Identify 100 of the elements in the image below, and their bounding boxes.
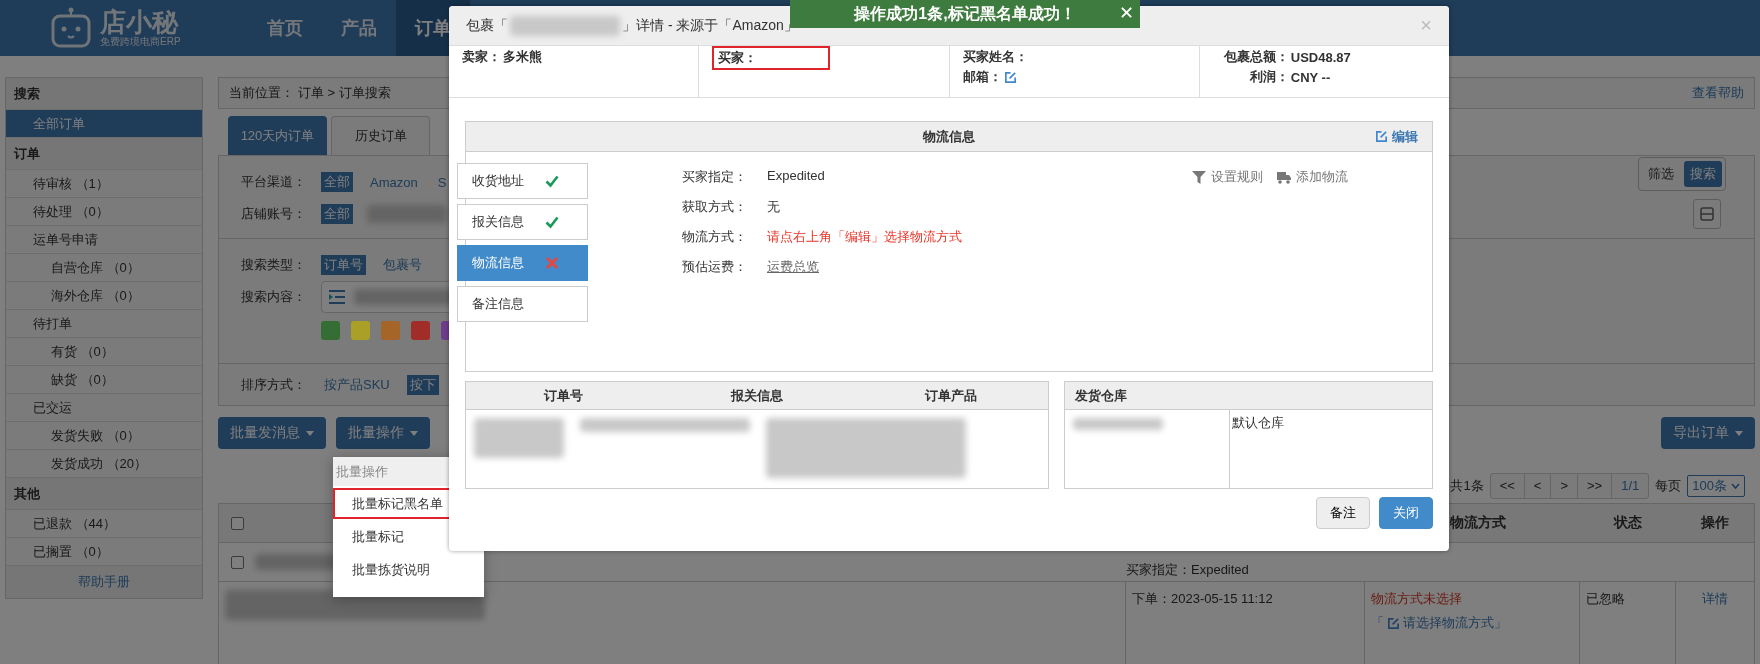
sidebar-item[interactable]: 运单号申请	[6, 226, 202, 254]
filter-label: 搜索类型：	[241, 256, 307, 274]
sidebar-item[interactable]: 自营仓库 （0）	[6, 254, 202, 282]
sidebar-heading: 搜索	[6, 78, 202, 110]
column-header: 报关信息	[729, 386, 784, 405]
sidebar-item[interactable]: 已交运	[6, 394, 202, 422]
filter-option[interactable]: 按产品SKU	[321, 374, 393, 395]
chevron-icon	[1731, 483, 1740, 489]
info-label: 邮箱：	[962, 68, 1002, 86]
sidebar-item[interactable]: 待打单	[6, 310, 202, 338]
color-tag[interactable]	[381, 321, 400, 340]
breadcrumb-path: 订单 > 订单搜索	[298, 84, 391, 102]
panel-title: 物流信息	[923, 127, 975, 146]
filter-option[interactable]: 订单号	[321, 255, 366, 275]
sidebar-item[interactable]: 全部订单	[6, 110, 202, 138]
page-button[interactable]: 1/1	[1612, 474, 1649, 498]
shipping-overview-link[interactable]: 运费总览	[767, 258, 819, 288]
checkbox[interactable]	[230, 555, 244, 569]
field-value: 请点右上角「编辑」选择物流方式	[767, 228, 962, 246]
close-button[interactable]: ✕	[1118, 2, 1134, 24]
filter-label: 搜索内容：	[241, 288, 307, 306]
order-time: 下单：2023-05-15 11:12	[1132, 591, 1273, 606]
menu-item[interactable]: 批量拣货说明	[333, 554, 484, 585]
cross-icon	[545, 256, 559, 270]
info-value: 多米熊	[503, 48, 542, 66]
step-tab[interactable]: 物流信息	[457, 245, 588, 281]
filter-label: 平台渠道：	[241, 173, 307, 191]
checkbox[interactable]	[230, 516, 244, 530]
sidebar-item[interactable]: 发货失败 （0）	[6, 422, 202, 450]
layout-button[interactable]	[1693, 199, 1721, 229]
filter-option[interactable]: 全部	[321, 204, 353, 224]
tool-link[interactable]: 设置规则	[1192, 168, 1263, 186]
sidebar-item[interactable]: 待处理 （0）	[6, 198, 202, 226]
field-label: 物流方式：	[682, 228, 747, 246]
tool-link[interactable]: 添加物流	[1277, 168, 1348, 186]
toggle-option[interactable]: 搜索	[1684, 161, 1722, 187]
details-link[interactable]: 详情	[1702, 591, 1728, 606]
filter-option[interactable]: 全部	[321, 172, 353, 192]
edit-icon[interactable]	[1003, 70, 1017, 84]
sidebar-item[interactable]: 海外仓库 （0）	[6, 282, 202, 310]
toggle-option[interactable]: 筛选	[1642, 161, 1680, 187]
step-tab[interactable]: 备注信息	[457, 286, 588, 322]
step-tab[interactable]: 收货地址	[457, 163, 588, 199]
page-button[interactable]: >	[1551, 474, 1579, 498]
logo-tagline: 免费跨境电商ERP	[100, 36, 181, 48]
sidebar-heading: 订单	[6, 138, 202, 170]
nav-tab[interactable]: 首页	[248, 0, 322, 56]
tab[interactable]: 120天内订单	[228, 116, 327, 155]
logo-text: 店小秘	[100, 8, 180, 36]
caret-icon	[306, 430, 314, 436]
bulk-action-button[interactable]: 批量发消息	[218, 417, 326, 449]
note-button[interactable]: 备注	[1316, 497, 1370, 529]
column-header: 订单产品	[924, 386, 978, 405]
sidebar-item[interactable]: 已退款 （44）	[6, 510, 202, 538]
toast-message: 操作成功1条,标记黑名单成功！	[854, 3, 1076, 24]
edit-icon	[1387, 616, 1400, 630]
field-value: Expedited	[767, 168, 825, 185]
buyer-choice-text: 买家指定：Expedited	[1126, 561, 1249, 579]
logistics-status: 物流方式未选择	[1371, 590, 1463, 608]
select-logistics-link[interactable]: 「 请选择物流方式」	[1371, 614, 1507, 632]
color-tag[interactable]	[321, 321, 340, 340]
field-label: 获取方式：	[682, 198, 747, 216]
filter-option[interactable]: 包裹号	[380, 255, 425, 275]
field-value: 无	[767, 198, 780, 216]
edit-icon	[1375, 130, 1388, 143]
page-button[interactable]: <<	[1490, 474, 1525, 498]
nav-tab[interactable]: 产品	[322, 0, 396, 56]
caret-icon	[1735, 430, 1743, 436]
edit-link[interactable]: 编辑	[1375, 122, 1418, 151]
page-button[interactable]: <	[1524, 474, 1552, 498]
tab[interactable]: 历史订单	[331, 116, 430, 155]
filter-option[interactable]: Amazon	[367, 173, 421, 191]
close-button[interactable]: 关闭	[1379, 497, 1433, 529]
bulk-action-button[interactable]: 批量操作	[336, 417, 430, 449]
field-label: 买家指定：	[682, 168, 747, 186]
sidebar-item[interactable]: 待审核 （1）	[6, 170, 202, 198]
filter-option[interactable]: S	[434, 173, 450, 191]
color-tag[interactable]	[351, 321, 370, 340]
filter-label: 排序方式：	[241, 375, 307, 394]
color-tag[interactable]	[411, 321, 430, 340]
filter-option[interactable]: 按下	[406, 374, 439, 395]
page-button[interactable]: >>	[1578, 474, 1613, 498]
page-size-select[interactable]: 100条	[1687, 475, 1745, 497]
check-icon	[545, 215, 559, 229]
sidebar-item[interactable]: 缺货 （0）	[6, 366, 202, 394]
per-page-label: 每页	[1655, 477, 1682, 495]
column-header: 订单号	[542, 386, 584, 405]
total-count: 共1条	[1450, 477, 1484, 495]
step-tab[interactable]: 报关信息	[457, 204, 588, 240]
truck-icon	[1277, 170, 1291, 184]
help-manual-link[interactable]: 帮助手册	[6, 566, 202, 598]
export-button[interactable]: 导出订单	[1661, 417, 1755, 449]
info-label: 买家：	[718, 49, 758, 67]
column-header: 发货仓库	[1074, 386, 1127, 405]
help-link[interactable]: 查看帮助	[1692, 84, 1744, 102]
info-label: 买家姓名：	[962, 48, 1028, 66]
info-value: USD48.87	[1290, 49, 1351, 65]
sidebar-item[interactable]: 有货 （0）	[6, 338, 202, 366]
order-status: 已忽略	[1586, 591, 1625, 606]
breadcrumb-label: 当前位置：	[229, 84, 294, 102]
